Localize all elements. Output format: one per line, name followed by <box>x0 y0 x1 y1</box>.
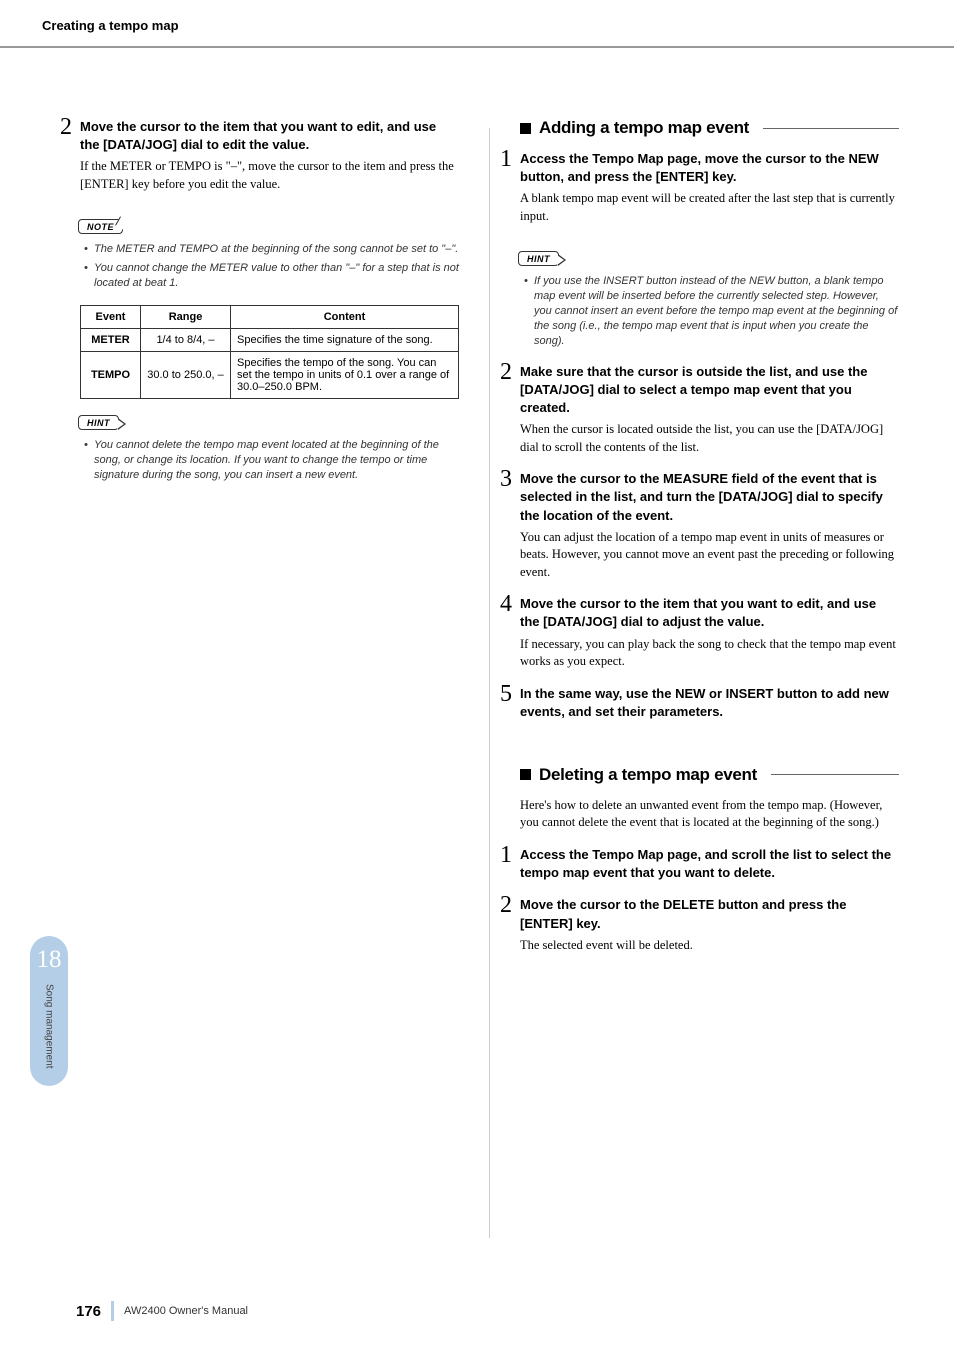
table-header-row: Event Range Content <box>81 305 459 328</box>
step-heading: Move the cursor to the item that you wan… <box>80 118 459 154</box>
hint-label-box: HINT <box>78 415 119 430</box>
note-label-box: NOTE <box>78 219 123 234</box>
step-heading: Move the cursor to the DELETE button and… <box>520 896 899 932</box>
add-step-4: 4 Move the cursor to the item that you w… <box>520 595 899 670</box>
hint-label-box: HINT <box>518 251 559 266</box>
left-column: 2 Move the cursor to the item that you w… <box>80 118 459 1238</box>
step-heading: Move the cursor to the item that you wan… <box>520 595 899 631</box>
step-body: When the cursor is located outside the l… <box>520 421 899 456</box>
step-number: 2 <box>60 114 72 141</box>
right-column: Adding a tempo map event 1 Access the Te… <box>520 118 899 1238</box>
step-number: 2 <box>500 359 512 386</box>
page-number: 176 <box>76 1303 101 1320</box>
step-heading: Access the Tempo Map page, move the curs… <box>520 150 899 186</box>
spec-table: Event Range Content METER 1/4 to 8/4, – … <box>80 305 459 399</box>
section-title: Deleting a tempo map event <box>539 765 757 785</box>
cell-range: 1/4 to 8/4, – <box>141 328 231 351</box>
add-step-2: 2 Make sure that the cursor is outside t… <box>520 363 899 457</box>
step-heading: Move the cursor to the MEASURE field of … <box>520 470 899 525</box>
step-body: If the METER or TEMPO is "–", move the c… <box>80 158 459 193</box>
delete-intro-text: Here's how to delete an unwanted event f… <box>520 797 899 832</box>
table-row: METER 1/4 to 8/4, – Specifies the time s… <box>81 328 459 351</box>
th-range: Range <box>141 305 231 328</box>
step-body: The selected event will be deleted. <box>520 937 899 955</box>
square-bullet-icon <box>520 769 531 780</box>
note-item: You cannot change the METER value to oth… <box>94 261 459 291</box>
footer-bar-icon <box>111 1301 114 1321</box>
add-step-1: 1 Access the Tempo Map page, move the cu… <box>520 150 899 225</box>
footer-text: AW2400 Owner's Manual <box>124 1305 248 1317</box>
chapter-title: Song management <box>44 984 55 1069</box>
step-body: If necessary, you can play back the song… <box>520 636 899 671</box>
page-header: Creating a tempo map <box>0 0 954 48</box>
step-body: A blank tempo map event will be created … <box>520 190 899 225</box>
page-footer: 176 AW2400 Owner's Manual <box>76 1301 248 1321</box>
table-row: TEMPO 30.0 to 250.0, – Specifies the tem… <box>81 351 459 398</box>
step-number: 2 <box>500 892 512 919</box>
cell-range: 30.0 to 250.0, – <box>141 351 231 398</box>
del-step-1: 1 Access the Tempo Map page, and scroll … <box>520 846 899 882</box>
hint-item: You cannot delete the tempo map event lo… <box>94 438 459 483</box>
step-heading: Make sure that the cursor is outside the… <box>520 363 899 418</box>
step-number: 5 <box>500 681 512 708</box>
cell-content: Specifies the time signature of the song… <box>231 328 459 351</box>
step-number: 3 <box>500 466 512 493</box>
section-heading-del: Deleting a tempo map event <box>520 765 899 785</box>
add-step-3: 3 Move the cursor to the MEASURE field o… <box>520 470 899 581</box>
hint-list: If you use the INSERT button instead of … <box>520 274 899 348</box>
column-divider <box>489 128 490 1238</box>
th-content: Content <box>231 305 459 328</box>
heading-rule <box>771 774 899 775</box>
content-columns: 2 Move the cursor to the item that you w… <box>0 48 954 1238</box>
left-step-2: 2 Move the cursor to the item that you w… <box>80 118 459 193</box>
hint-list: You cannot delete the tempo map event lo… <box>80 438 459 483</box>
chapter-number: 18 <box>37 946 62 974</box>
header-title: Creating a tempo map <box>42 18 954 33</box>
step-heading: In the same way, use the NEW or INSERT b… <box>520 685 899 721</box>
add-step-5: 5 In the same way, use the NEW or INSERT… <box>520 685 899 721</box>
cell-content: Specifies the tempo of the song. You can… <box>231 351 459 398</box>
step-number: 1 <box>500 842 512 869</box>
heading-rule <box>763 128 899 129</box>
section-title: Adding a tempo map event <box>539 118 749 138</box>
note-list: The METER and TEMPO at the beginning of … <box>80 242 459 291</box>
step-number: 1 <box>500 146 512 173</box>
step-heading: Access the Tempo Map page, and scroll th… <box>520 846 899 882</box>
square-bullet-icon <box>520 123 531 134</box>
hint-item: If you use the INSERT button instead of … <box>534 274 899 348</box>
del-step-2: 2 Move the cursor to the DELETE button a… <box>520 896 899 954</box>
note-item: The METER and TEMPO at the beginning of … <box>94 242 459 257</box>
step-number: 4 <box>500 591 512 618</box>
cell-event: TEMPO <box>81 351 141 398</box>
cell-event: METER <box>81 328 141 351</box>
th-event: Event <box>81 305 141 328</box>
chapter-tab: 18 Song management <box>30 936 68 1086</box>
section-heading-add: Adding a tempo map event <box>520 118 899 138</box>
step-body: You can adjust the location of a tempo m… <box>520 529 899 582</box>
